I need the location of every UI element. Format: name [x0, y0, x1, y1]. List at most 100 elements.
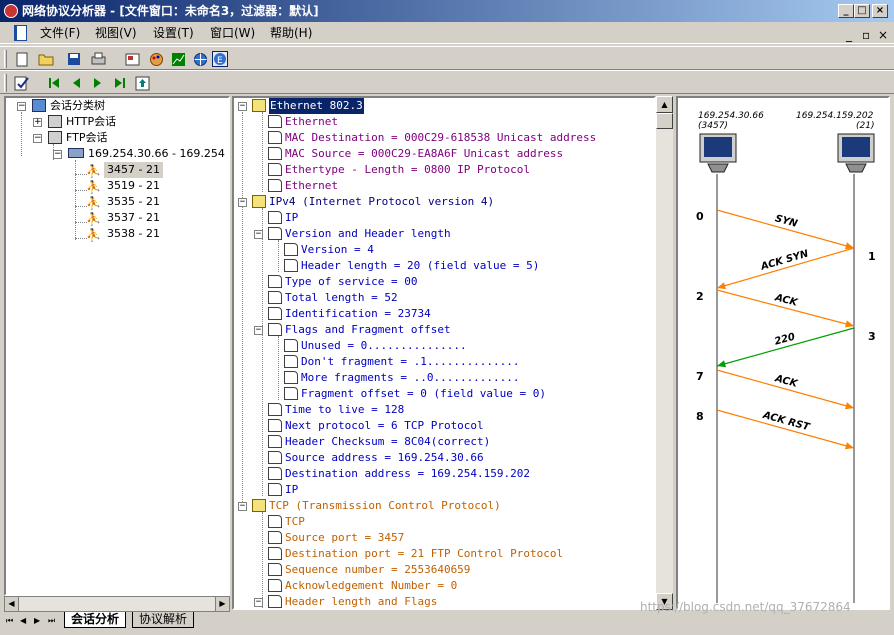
collapse-icon[interactable]: −	[17, 102, 26, 111]
bottom-tab-protocol[interactable]: 协议解析	[132, 612, 195, 628]
field-page-icon	[268, 307, 282, 320]
child-restore-button[interactable]: ▫	[862, 29, 870, 41]
network-icon[interactable]	[192, 51, 208, 67]
ipv4-section-header[interactable]: − IPv4 (Internet Protocol version 4)	[234, 194, 654, 210]
scroll-left-icon[interactable]: ◀	[5, 597, 19, 611]
expand-icon[interactable]: +	[33, 118, 42, 127]
protocol-field-row[interactable]: MAC Destination = 000C29-618538 Unicast …	[234, 130, 654, 146]
protocol-field-row[interactable]: − Flags and Fragment offset	[234, 322, 654, 338]
first-record-icon[interactable]	[46, 75, 62, 91]
vertical-scrollbar[interactable]: ▲ ▼	[656, 96, 673, 610]
protocol-field-row[interactable]: Source port = 3457	[234, 530, 654, 546]
horizontal-scrollbar[interactable]: ◀ ▶	[4, 596, 230, 612]
protocol-field-label: Sequence number = 2553640659	[285, 563, 471, 576]
protocol-field-row[interactable]: Acknowledgement Number = 0	[234, 578, 654, 594]
protocol-field-row[interactable]: − Header length and Flags	[234, 594, 654, 608]
protocol-field-row[interactable]: Time to live = 128	[234, 402, 654, 418]
tree-item-label: 3535 - 21	[107, 195, 160, 208]
field-page-icon	[268, 211, 282, 224]
window-title: 网络协议分析器 - [文件窗口：未命名3，过滤器：默认]	[22, 4, 319, 18]
palette-icon[interactable]	[148, 51, 164, 67]
maximize-button[interactable]: □	[854, 4, 870, 18]
previous-record-icon[interactable]	[68, 75, 84, 91]
child-close-button[interactable]: ×	[878, 29, 888, 41]
protocol-field-row[interactable]: Next protocol = 6 TCP Protocol	[234, 418, 654, 434]
minimize-button[interactable]: _	[838, 4, 854, 18]
tcp-section-header[interactable]: − TCP (Transmission Control Protocol)	[234, 498, 654, 514]
print-icon[interactable]	[90, 51, 106, 67]
protocol-field-row[interactable]: Don't fragment = .1..............	[234, 354, 654, 370]
menu-help[interactable]: 帮助(H)	[270, 22, 312, 44]
protocol-field-row[interactable]: TCP	[234, 514, 654, 530]
field-page-icon	[268, 275, 282, 288]
filter-icon[interactable]	[124, 51, 140, 67]
last-record-icon[interactable]	[112, 75, 128, 91]
protocol-field-row[interactable]: Source address = 169.254.30.66	[234, 450, 654, 466]
protocol-field-row[interactable]: Ethertype - Length = 0800 IP Protocol	[234, 162, 654, 178]
protocol-field-row[interactable]: Ethernet	[234, 178, 654, 194]
ethernet-section-header[interactable]: − Ethernet 802.3	[234, 98, 654, 114]
chart-icon[interactable]	[170, 51, 186, 67]
save-icon[interactable]	[66, 51, 82, 67]
tab-last-icon[interactable]: ⏭	[48, 616, 55, 626]
scroll-thumb[interactable]	[656, 113, 673, 129]
protocol-field-label: TCP (Transmission Control Protocol)	[269, 499, 501, 512]
child-minimize-button[interactable]: _	[846, 29, 852, 41]
close-button[interactable]: ×	[872, 4, 888, 18]
protocol-field-row[interactable]: Ethernet	[234, 114, 654, 130]
collapse-icon[interactable]: −	[254, 326, 263, 335]
menu-view[interactable]: 视图(V)	[95, 22, 137, 44]
collapse-icon[interactable]: −	[254, 230, 263, 239]
menu-bar: 文件(F) 视图(V) 设置(T) 窗口(W) 帮助(H)	[0, 22, 894, 44]
collapse-icon[interactable]: −	[53, 150, 62, 159]
computer-group-icon	[48, 131, 62, 144]
protocol-field-row[interactable]: IP	[234, 210, 654, 226]
protocol-field-row[interactable]: Sequence number = 2553640659	[234, 562, 654, 578]
protocol-field-row[interactable]: Version = 4	[234, 242, 654, 258]
next-record-icon[interactable]	[90, 75, 106, 91]
status-bar: ⏮ ◀ ▶ ⏭ 会话分析 协议解析 https://blog.csdn.net/…	[0, 600, 894, 635]
ethernet-icon[interactable]: E	[212, 51, 228, 67]
menu-settings[interactable]: 设置(T)	[153, 22, 194, 44]
tab-next-icon[interactable]: ▶	[34, 616, 40, 625]
scroll-right-icon[interactable]: ▶	[215, 597, 229, 611]
export-icon[interactable]	[134, 75, 150, 91]
collapse-icon[interactable]: −	[238, 198, 247, 207]
field-page-icon	[268, 451, 282, 464]
protocol-field-label: Destination address = 169.254.159.202	[285, 467, 531, 480]
protocol-field-row[interactable]: Type of service = 00	[234, 274, 654, 290]
user-icon: ⛹	[86, 212, 101, 226]
protocol-field-row[interactable]: Header length = 20 (field value = 5)	[234, 258, 654, 274]
user-icon: ⛹	[86, 164, 101, 178]
collapse-icon[interactable]: −	[238, 102, 247, 111]
protocol-field-row[interactable]: MAC Source = 000C29-EA8A6F Unicast addre…	[234, 146, 654, 162]
document-icon[interactable]	[14, 25, 27, 41]
protocol-field-label: TCP	[285, 515, 305, 528]
tree-item-label: HTTP会话	[66, 115, 117, 128]
menu-file[interactable]: 文件(F)	[40, 22, 80, 44]
field-page-icon	[268, 483, 282, 496]
collapse-icon[interactable]: −	[238, 502, 247, 511]
protocol-field-row[interactable]: Unused = 0...............	[234, 338, 654, 354]
open-folder-icon[interactable]	[38, 51, 54, 67]
tab-prev-icon[interactable]: ◀	[20, 616, 26, 625]
seq-message-label: ACK	[773, 292, 800, 309]
edit-check-icon[interactable]	[14, 75, 30, 91]
protocol-field-row[interactable]: Total length = 52	[234, 290, 654, 306]
collapse-icon[interactable]: −	[33, 134, 42, 143]
new-file-icon[interactable]	[14, 51, 30, 67]
protocol-field-row[interactable]: Destination port = 21 FTP Control Protoc…	[234, 546, 654, 562]
menu-window[interactable]: 窗口(W)	[210, 22, 255, 44]
protocol-field-row[interactable]: Identification = 23734	[234, 306, 654, 322]
protocol-field-row[interactable]: Destination address = 169.254.159.202	[234, 466, 654, 482]
tree-item-label: FTP会话	[66, 131, 108, 144]
protocol-field-row[interactable]: IP	[234, 482, 654, 498]
protocol-field-row[interactable]: − Version and Header length	[234, 226, 654, 242]
bottom-tab-session[interactable]: 会话分析	[64, 612, 127, 628]
tab-first-icon[interactable]: ⏮	[6, 616, 13, 626]
scroll-up-icon[interactable]: ▲	[656, 96, 673, 113]
protocol-field-row[interactable]: Header Checksum = 8C04(correct)	[234, 434, 654, 450]
protocol-field-row[interactable]: More fragments = ..0.............	[234, 370, 654, 386]
protocol-field-row[interactable]: Fragment offset = 0 (field value = 0)	[234, 386, 654, 402]
collapse-icon[interactable]: −	[254, 598, 263, 607]
